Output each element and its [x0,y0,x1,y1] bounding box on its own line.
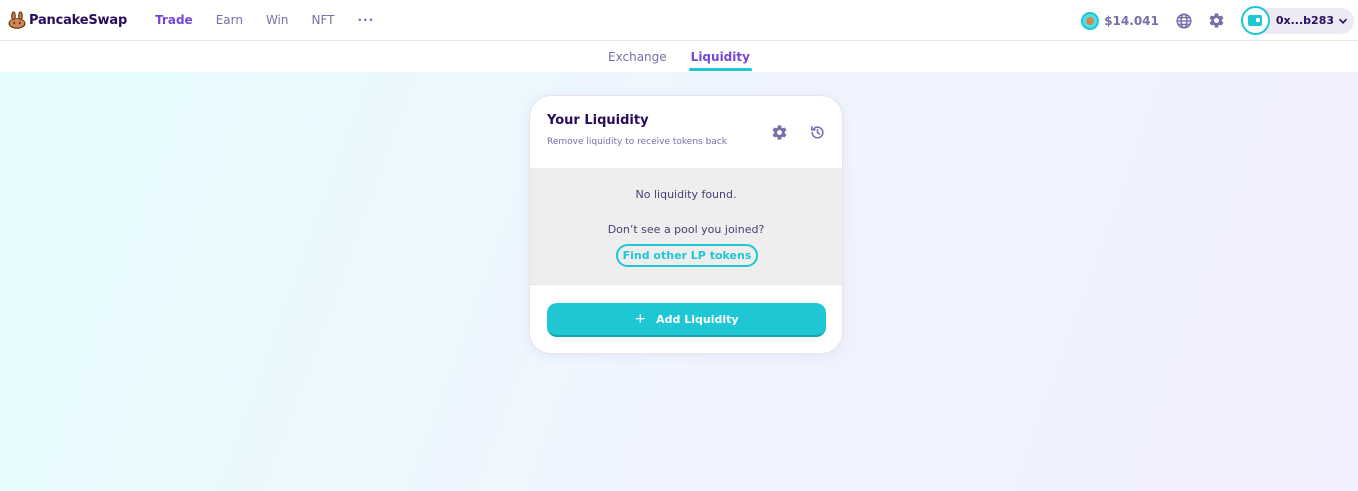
empty-state-message: No liquidity found. [635,188,737,201]
sub-nav: Exchange Liquidity [0,41,1358,72]
wallet-button[interactable]: 0x...b283 [1240,6,1354,35]
nav-item-trade[interactable]: Trade [155,13,193,27]
main-menu: Trade Earn Win NFT ··· [155,13,374,27]
nav-item-nft[interactable]: NFT [312,13,335,27]
card-footer: + Add Liquidity [530,284,842,353]
card-title: Your Liquidity [547,113,649,128]
card-subtitle: Remove liquidity to receive tokens back [547,137,727,147]
tab-liquidity[interactable]: Liquidity [688,41,753,72]
add-liquidity-button[interactable]: + Add Liquidity [547,303,826,337]
settings-gear-icon[interactable] [770,123,788,141]
brand-logo[interactable]: PancakeSwap [7,11,127,29]
wallet-address: 0x...b283 [1275,14,1334,27]
cake-token-icon [1081,11,1100,30]
tab-exchange[interactable]: Exchange [608,41,667,72]
history-icon[interactable] [808,123,826,141]
pool-hint-text: Don’t see a pool you joined? [607,223,765,236]
nav-item-win[interactable]: Win [266,13,289,27]
liquidity-card: Your Liquidity Remove liquidity to recei… [529,95,843,354]
header-actions: $14.041 0x...b283 [1081,0,1358,41]
cake-price-value: $14.041 [1104,13,1159,28]
card-header: Your Liquidity Remove liquidity to recei… [530,96,842,168]
top-nav: PancakeSwap Trade Earn Win NFT ··· $14.0… [0,0,1358,41]
liquidity-list: No liquidity found. Don’t see a pool you… [530,168,842,284]
find-lp-tokens-button[interactable]: Find other LP tokens [616,244,758,267]
bunny-logo-icon [7,11,27,29]
add-liquidity-label: Add Liquidity [656,312,739,326]
brand-name: PancakeSwap [29,12,128,28]
nav-item-earn[interactable]: Earn [216,13,243,27]
gear-icon[interactable] [1208,12,1226,30]
chevron-down-icon [1338,11,1348,30]
globe-icon[interactable] [1175,12,1193,30]
cake-price[interactable]: $14.041 [1081,11,1159,30]
plus-icon: + [634,311,647,327]
wallet-icon [1240,6,1270,35]
nav-more-button[interactable]: ··· [358,13,375,27]
